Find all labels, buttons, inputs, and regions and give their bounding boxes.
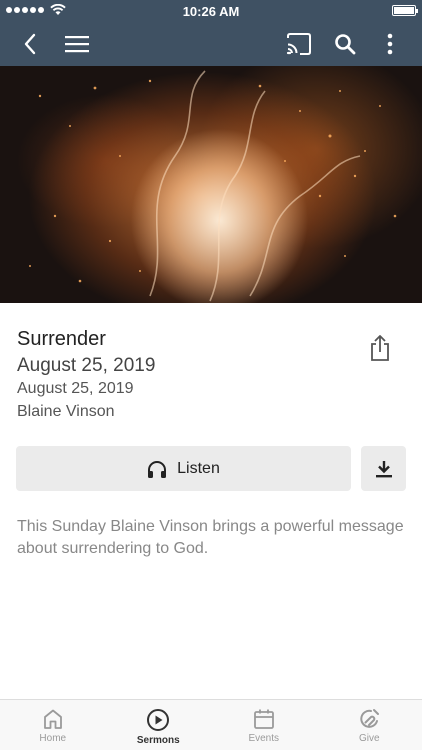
headphones-icon (148, 460, 167, 478)
sermon-date-secondary: August 25, 2019 (17, 380, 134, 397)
tab-sermons-label: Sermons (136, 735, 180, 746)
battery-icon (392, 5, 418, 16)
tab-events-label: Events (248, 733, 280, 744)
sermon-cover-image (0, 66, 422, 303)
tab-give[interactable]: Give (317, 700, 422, 750)
cast-button[interactable] (283, 28, 315, 60)
tab-events[interactable]: Events (211, 700, 317, 750)
fire-sparks-image (29, 70, 397, 302)
give-icon (360, 709, 380, 728)
nav-bar (0, 22, 422, 66)
calendar-icon (253, 709, 274, 729)
download-button[interactable] (361, 446, 406, 491)
search-icon (335, 34, 356, 55)
share-button[interactable] (365, 333, 395, 363)
tab-bar: Home Sermons Events Give (0, 699, 422, 750)
status-bar: 10:26 AM (0, 0, 422, 22)
cast-icon (286, 33, 311, 55)
sermon-description: This Sunday Blaine Vinson brings a power… (17, 518, 404, 557)
download-icon (375, 460, 392, 477)
listen-button[interactable]: Listen (16, 446, 351, 491)
home-icon (43, 709, 62, 729)
sermon-speaker: Blaine Vinson (17, 403, 115, 420)
sermon-title: Surrender (17, 328, 106, 350)
share-icon (371, 335, 389, 361)
tab-sermons[interactable]: Sermons (106, 700, 212, 750)
back-button[interactable] (14, 28, 46, 60)
more-options-button[interactable] (374, 28, 406, 60)
sermon-date: August 25, 2019 (17, 355, 156, 376)
tab-give-label: Give (358, 733, 380, 744)
more-vertical-icon (387, 33, 393, 55)
menu-button[interactable] (61, 28, 93, 60)
menu-icon (65, 36, 89, 53)
tab-home[interactable]: Home (0, 700, 106, 750)
back-icon (24, 33, 36, 55)
status-time: 10:26 AM (182, 4, 240, 19)
tab-home-label: Home (39, 733, 67, 744)
search-button[interactable] (329, 28, 361, 60)
listen-label: Listen (177, 459, 220, 477)
play-circle-icon (147, 709, 170, 731)
